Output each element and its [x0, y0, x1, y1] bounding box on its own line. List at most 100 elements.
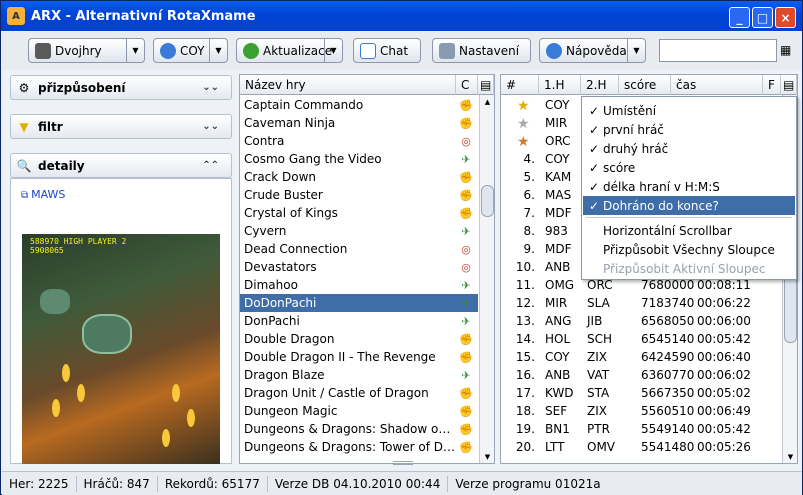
ranking-header: # 1.H 2.H scóre čas F ▤: [501, 75, 797, 95]
ranking-rank: 11.: [515, 278, 535, 292]
menu-item-column[interactable]: ✓ druhý hráč: [583, 139, 795, 158]
ranking-row[interactable]: 18. SEF ZIX 5560510 00:06:49: [501, 402, 783, 420]
game-row[interactable]: Contra ◎: [240, 132, 478, 150]
help-dropdown[interactable]: Nápověda ▼: [539, 38, 646, 63]
chevron-down-icon[interactable]: ▼: [324, 39, 342, 62]
game-row[interactable]: Double Dragon II - The Revenge ✊: [240, 348, 478, 366]
scroll-thumb[interactable]: [481, 185, 494, 217]
menu-item-option[interactable]: Horizontální Scrollbar: [583, 221, 795, 240]
fighter-icon: ✊: [459, 170, 473, 184]
ranking-p1: 983: [545, 224, 568, 238]
chevron-down-icon[interactable]: ▼: [126, 39, 144, 62]
game-row[interactable]: Dungeons & Dragons: Shadow over... ✊: [240, 420, 478, 438]
game-row[interactable]: Dead Connection ◎: [240, 240, 478, 258]
chat-label: Chat: [380, 43, 409, 58]
column-time[interactable]: čas: [671, 75, 763, 95]
status-db-version: Verze DB 04.10.2010 00:44: [268, 475, 449, 492]
ranking-time: 00:06:49: [697, 404, 751, 418]
menu-item-option[interactable]: Přizpůsobit Všechny Sloupce: [583, 240, 795, 259]
maximize-button[interactable]: □: [752, 7, 773, 28]
scroll-down-icon[interactable]: ▼: [784, 450, 797, 463]
ranking-p2: ORC: [587, 278, 613, 292]
ranking-row[interactable]: 15. COY ZIX 6424590 00:06:40: [501, 348, 783, 366]
menu-item-column[interactable]: ✓ délka hraní v H:M:S: [583, 177, 795, 196]
customize-section[interactable]: ⚙ přizpůsobení ⌄⌄: [10, 75, 232, 100]
column-player1[interactable]: 1.H: [539, 75, 581, 95]
ranking-row[interactable]: 13. ANG JIB 6568050 00:06:00: [501, 312, 783, 330]
title-bar[interactable]: A ARX - Alternativní RotaXmame _ □ ×: [1, 1, 802, 31]
ranking-p1: OMG: [545, 278, 575, 292]
close-button[interactable]: ×: [775, 7, 796, 28]
game-name: Contra: [244, 134, 285, 148]
game-row[interactable]: Captain Commando ✊: [240, 96, 478, 114]
column-rank[interactable]: #: [501, 75, 539, 95]
game-row[interactable]: Cosmo Gang the Video ✈: [240, 150, 478, 168]
chevron-double-down-icon[interactable]: ⌄⌄: [202, 82, 219, 93]
ranking-p1: HOL: [545, 332, 571, 346]
game-row[interactable]: Dungeon Magic ✊: [240, 402, 478, 420]
search-input[interactable]: [659, 39, 777, 62]
game-row[interactable]: Devastators ◎: [240, 258, 478, 276]
game-row[interactable]: Caveman Ninja ✊: [240, 114, 478, 132]
chevron-double-down-icon[interactable]: ⌄⌄: [202, 121, 219, 132]
game-row[interactable]: Dimahoo ✈: [240, 276, 478, 294]
menu-item-label: Přizpůsobit Všechny Sloupce: [603, 242, 775, 257]
chevron-double-up-icon[interactable]: ⌃⌃: [202, 160, 219, 171]
ranking-row[interactable]: 14. HOL SCH 6545140 00:05:42: [501, 330, 783, 348]
chat-button[interactable]: Chat: [353, 38, 421, 63]
menu-item-column[interactable]: ✓ Dohráno do konce?: [583, 196, 795, 215]
update-button[interactable]: Aktualizace ▼: [236, 38, 343, 63]
external-link-icon: ⧉: [21, 190, 29, 201]
game-row[interactable]: Crack Down ✊: [240, 168, 478, 186]
filter-section[interactable]: ▼ filtr ⌄⌄: [10, 114, 232, 139]
scroll-up-icon[interactable]: ▲: [481, 95, 494, 108]
game-row[interactable]: Cyvern ✈: [240, 222, 478, 240]
ranking-p1: ANB: [545, 260, 571, 274]
game-row[interactable]: Dragon Blaze ✈: [240, 366, 478, 384]
ranking-score: 5667350: [641, 386, 695, 400]
chevron-down-icon[interactable]: ▼: [627, 39, 645, 62]
game-row[interactable]: DoDonPachi ✈: [240, 294, 478, 312]
mode-dropdown[interactable]: Dvojhry ▼: [28, 38, 145, 63]
game-row[interactable]: Dungeons & Dragons: Tower of Doo... ✊: [240, 438, 478, 456]
menu-item-column[interactable]: ✓ Umístění: [583, 101, 795, 120]
game-row[interactable]: Crude Buster ✊: [240, 186, 478, 204]
chevron-down-icon[interactable]: ▼: [209, 39, 227, 62]
ranking-p1: ANB: [545, 368, 571, 382]
game-list-scrollbar[interactable]: ▲ ▼: [479, 95, 494, 463]
menu-item-column[interactable]: ✓ scóre: [583, 158, 795, 177]
column-chooser-icon[interactable]: ▤: [781, 75, 797, 95]
menu-item-label: délka hraní v H:M:S: [603, 179, 720, 194]
user-dropdown[interactable]: COY ▼: [153, 38, 228, 63]
chat-icon: [360, 42, 376, 59]
game-row[interactable]: Dragon Unit / Castle of Dragon ✊: [240, 384, 478, 402]
column-score[interactable]: scóre: [619, 75, 671, 95]
game-row[interactable]: Crystal of Kings ✊: [240, 204, 478, 222]
ranking-p1: COY: [545, 152, 570, 166]
splitter-handle[interactable]: [393, 461, 413, 465]
calendar-icon[interactable]: ▦: [780, 43, 796, 57]
column-player2[interactable]: 2.H: [581, 75, 619, 95]
game-name: DoDonPachi: [244, 296, 317, 310]
ranking-row[interactable]: 19. BN1 PTR 5549140 00:05:42: [501, 420, 783, 438]
ranking-row[interactable]: 20. LTT OMV 5541480 00:05:26: [501, 438, 783, 456]
column-name[interactable]: Název hry: [240, 75, 456, 95]
game-name: Devastators: [244, 260, 317, 274]
scroll-down-icon[interactable]: ▼: [481, 450, 494, 463]
menu-item-label: scóre: [603, 160, 636, 175]
game-row[interactable]: DonPachi ✈: [240, 312, 478, 330]
settings-button[interactable]: Nastavení: [432, 38, 531, 63]
column-f[interactable]: F: [763, 75, 781, 95]
ranking-row[interactable]: 17. KWD STA 5667350 00:05:02: [501, 384, 783, 402]
menu-item-column[interactable]: ✓ první hráč: [583, 120, 795, 139]
gear-icon: ⚙: [18, 80, 30, 95]
minimize-button[interactable]: _: [729, 7, 750, 28]
column-c[interactable]: C: [456, 75, 478, 95]
ranking-row[interactable]: 16. ANB VAT 6360770 00:06:02: [501, 366, 783, 384]
column-chooser-icon[interactable]: ▤: [478, 75, 494, 95]
details-section[interactable]: 🔍 detaily ⌃⌃: [10, 153, 232, 178]
maws-link[interactable]: ⧉ MAWS: [21, 188, 65, 201]
ranking-score: 6360770: [641, 368, 695, 382]
ranking-row[interactable]: 12. MIR SLA 7183740 00:06:22: [501, 294, 783, 312]
game-row[interactable]: Double Dragon ✊: [240, 330, 478, 348]
